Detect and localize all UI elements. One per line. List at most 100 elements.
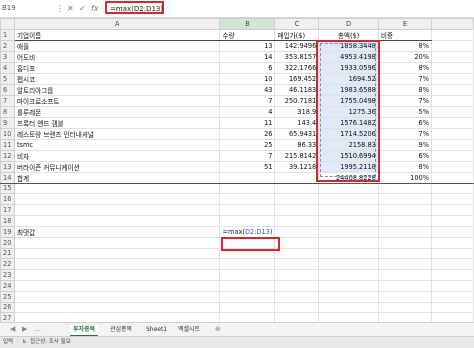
cell-price[interactable]: 65.9431 [274,127,320,140]
row-number[interactable]: 13 [0,160,15,173]
cell-price[interactable]: 86.33 [274,138,320,151]
cell-empty[interactable] [274,204,320,216]
cell-empty[interactable] [219,279,276,292]
cell-empty[interactable] [318,269,379,281]
cell-empty[interactable] [377,258,433,271]
row-number[interactable]: 6 [0,83,15,96]
cell-empty[interactable] [274,279,320,292]
column-header-b[interactable]: B [219,18,276,30]
accessibility-status[interactable]: 접근성: 조사 필요 [30,337,71,347]
cell-empty[interactable] [219,236,276,249]
cell-empty[interactable] [377,214,433,227]
name-box[interactable]: B19 [2,3,52,14]
cell-total[interactable]: 1510.6994 [318,149,379,162]
cell-empty[interactable] [274,247,320,260]
cell-empty[interactable] [431,247,474,260]
cell-empty[interactable] [274,236,320,249]
tab-sheet-4[interactable]: 엑셀시트 [178,325,200,335]
cell-price[interactable]: 318.9 [274,105,320,118]
cell-empty[interactable] [431,160,474,173]
cell-empty[interactable] [318,182,379,195]
cell-empty[interactable] [431,72,474,85]
cell-empty[interactable] [431,204,474,216]
spreadsheet-grid[interactable]: A B C D E 1 기업이름 수량 매입가($) 총액($) 비중 2 애플 1… [0,18,474,346]
cell-qty[interactable]: 26 [219,127,276,140]
cell-company[interactable]: 버라이즌 커뮤니케이션 [13,160,221,173]
cell-total[interactable]: 1694.52 [318,72,379,85]
add-sheet-icon[interactable]: ⊕ [215,325,221,334]
cell-ratio[interactable]: 7% [377,72,433,85]
cell-ratio-header[interactable]: 비중 [377,28,433,41]
cell-empty[interactable] [13,290,221,303]
cell-empty[interactable] [377,247,433,260]
cell-empty[interactable] [431,269,474,281]
cell-empty[interactable] [318,258,379,271]
cell-company[interactable]: 홈디포 [13,61,221,74]
cell-empty[interactable] [219,214,276,227]
cell-empty[interactable] [431,258,474,271]
cell-empty[interactable] [13,214,221,227]
cell-price[interactable]: 215.8142 [274,149,320,162]
cell-empty[interactable] [431,116,474,129]
cell-qty[interactable]: 6 [219,61,276,74]
cell-empty[interactable] [377,182,433,195]
cell-qty[interactable]: 14 [219,50,276,63]
cell-empty[interactable] [318,301,379,314]
cell-empty[interactable] [13,236,221,249]
tab-scroll-right-icon[interactable]: ▶ [22,325,27,334]
cell-company[interactable]: 프록터 앤드 갬블 [13,116,221,129]
row-number[interactable]: 12 [0,149,15,162]
cell-total[interactable]: 1755.0498 [318,94,379,107]
cell-price[interactable]: 39.1218 [274,160,320,173]
cell-empty[interactable] [318,290,379,303]
cell-company[interactable]: 알트리아그룹 [13,83,221,96]
cell-total[interactable]: 1275.36 [318,105,379,118]
column-header-e[interactable]: E [377,18,433,30]
cell-empty[interactable] [431,127,474,140]
cell-price[interactable]: 250.7181 [274,94,320,107]
cell-company[interactable]: 애플 [13,39,221,52]
cell-qty[interactable]: 4 [219,105,276,118]
cell-qty[interactable]: 11 [219,116,276,129]
cell-ratio[interactable]: 9% [377,138,433,151]
row-number[interactable]: 15 [0,182,15,195]
cell-ratio[interactable]: 5% [377,105,433,118]
tab-more-icon[interactable]: … [34,325,41,334]
row-number[interactable]: 17 [0,204,15,216]
cell-company[interactable]: 비자 [13,149,221,162]
cell-empty[interactable] [431,236,474,249]
cell-total[interactable]: 1576.1482 [318,116,379,129]
cell-empty[interactable] [318,236,379,249]
cell-empty[interactable] [431,182,474,195]
cell-empty[interactable] [377,225,433,238]
cell-empty[interactable] [219,204,276,216]
cell-ratio[interactable]: 8% [377,160,433,173]
cell-empty[interactable] [219,247,276,260]
cell-empty[interactable] [431,149,474,162]
cell-ratio[interactable]: 6% [377,116,433,129]
row-number[interactable]: 19 [0,225,15,238]
cell-company[interactable]: 룰루레몬 [13,105,221,118]
cell-empty[interactable] [13,279,221,292]
row-number[interactable]: 18 [0,214,15,227]
tab-sheet-3[interactable]: Sheet1 [146,325,167,335]
cell-empty[interactable] [274,193,320,206]
cell-empty[interactable] [13,204,221,216]
cell-ratio[interactable]: 6% [377,149,433,162]
cell-empty[interactable] [13,182,221,195]
cell-empty[interactable] [219,258,276,271]
cell-qty[interactable]: 13 [219,39,276,52]
cell-empty[interactable] [13,258,221,271]
cell-empty[interactable] [318,204,379,216]
row-number[interactable]: 20 [0,236,15,249]
cell-empty[interactable] [431,83,474,96]
row-number[interactable]: 1 [0,28,15,41]
row-number[interactable]: 24 [0,279,15,292]
cell-empty[interactable] [274,214,320,227]
row-number[interactable]: 10 [0,127,15,140]
tab-scroll-left-icon[interactable]: ◀ [10,325,15,334]
cell-total-label[interactable]: 합계 [13,171,221,184]
cell-empty[interactable] [377,301,433,314]
cell-company-header[interactable]: 기업이름 [13,28,221,41]
column-header-f[interactable] [431,18,474,30]
